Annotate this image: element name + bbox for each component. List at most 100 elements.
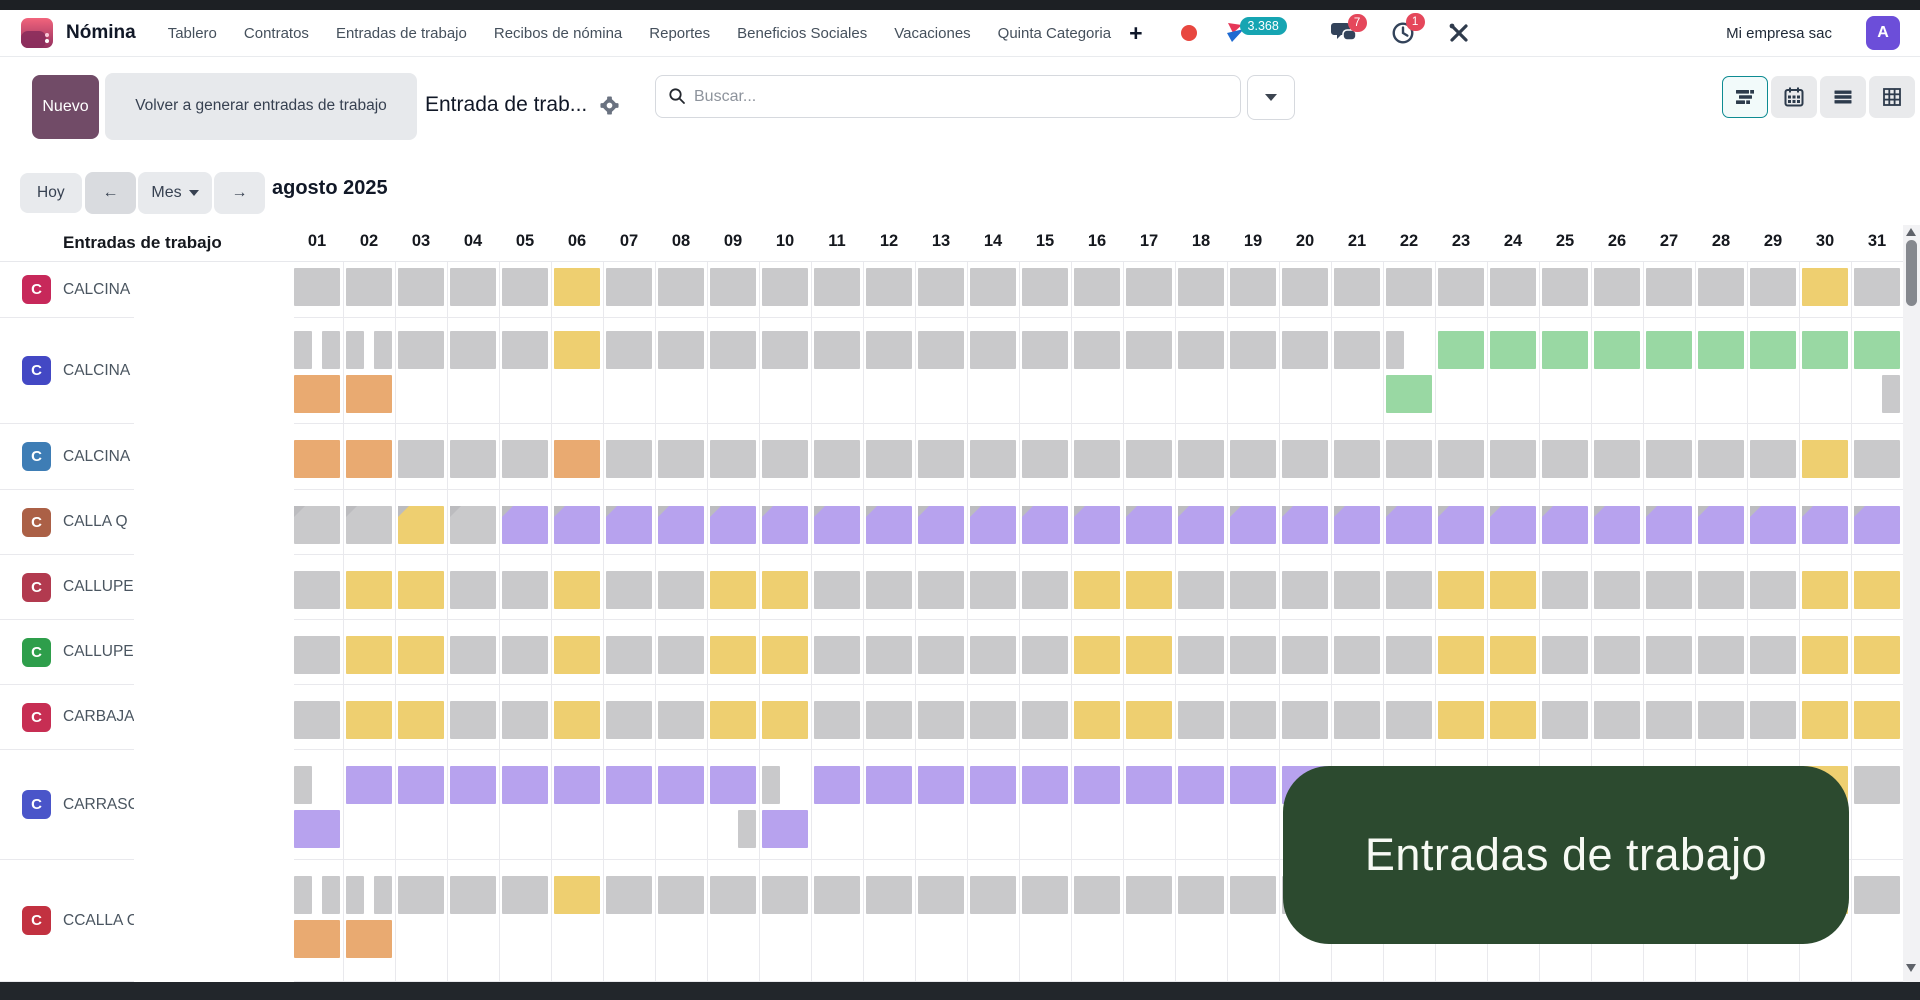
gantt-cell-day-29[interactable] bbox=[1750, 701, 1796, 739]
gantt-cell-day-20[interactable] bbox=[1282, 571, 1328, 609]
gantt-cell-day-01[interactable] bbox=[294, 331, 312, 369]
gantt-cell-day-10[interactable] bbox=[762, 636, 808, 674]
gantt-cell-day-22[interactable] bbox=[1386, 375, 1432, 413]
gantt-cell-day-22[interactable] bbox=[1386, 331, 1404, 369]
gantt-cell-day-28[interactable] bbox=[1698, 440, 1744, 478]
view-calendar-button[interactable] bbox=[1771, 76, 1817, 118]
gantt-cell-day-08[interactable] bbox=[658, 440, 704, 478]
gantt-cell-day-01[interactable] bbox=[294, 506, 340, 544]
gantt-cell-day-13[interactable] bbox=[918, 268, 964, 306]
gantt-cell-day-05[interactable] bbox=[502, 636, 548, 674]
gantt-cell-day-23[interactable] bbox=[1438, 636, 1484, 674]
gantt-cell-day-02[interactable] bbox=[346, 331, 364, 369]
gantt-cell-day-30[interactable] bbox=[1802, 636, 1848, 674]
gantt-cell-day-28[interactable] bbox=[1698, 331, 1744, 369]
gantt-cell-day-17[interactable] bbox=[1126, 766, 1172, 804]
gantt-cell-day-15[interactable] bbox=[1022, 636, 1068, 674]
gantt-cell-day-22[interactable] bbox=[1386, 506, 1432, 544]
gantt-cell-day-30[interactable] bbox=[1802, 331, 1848, 369]
user-avatar[interactable]: A bbox=[1866, 16, 1900, 50]
gantt-cell-day-20[interactable] bbox=[1282, 440, 1328, 478]
scale-selector[interactable]: Mes bbox=[138, 172, 212, 214]
gantt-cell-day-15[interactable] bbox=[1022, 268, 1068, 306]
gantt-cell-day-05[interactable] bbox=[502, 876, 548, 914]
gantt-cell-day-18[interactable] bbox=[1178, 876, 1224, 914]
gantt-cell-day-31[interactable] bbox=[1854, 506, 1900, 544]
menu-item-entradas-de-trabajo[interactable]: Entradas de trabajo bbox=[336, 25, 467, 42]
gantt-cell-day-14[interactable] bbox=[970, 876, 1016, 914]
gantt-cell-day-08[interactable] bbox=[658, 571, 704, 609]
employee-row-header[interactable]: C CALLUPE bbox=[0, 620, 156, 684]
gantt-cell-day-18[interactable] bbox=[1178, 701, 1224, 739]
gantt-cell-day-16[interactable] bbox=[1074, 876, 1120, 914]
gantt-cell-day-31[interactable] bbox=[1882, 375, 1900, 413]
counter-widget[interactable]: 3.368 bbox=[1223, 17, 1287, 46]
gantt-cell-day-14[interactable] bbox=[970, 571, 1016, 609]
gantt-cell-day-10[interactable] bbox=[762, 571, 808, 609]
gantt-cell-day-22[interactable] bbox=[1386, 268, 1432, 306]
gantt-cell-day-07[interactable] bbox=[606, 506, 652, 544]
gantt-cell-day-01[interactable] bbox=[294, 701, 340, 739]
employee-row-header[interactable]: C CARBAJA bbox=[0, 685, 156, 749]
gantt-cell-day-07[interactable] bbox=[606, 636, 652, 674]
gantt-cell-day-20[interactable] bbox=[1282, 506, 1328, 544]
employee-row-header[interactable]: C CCALLA C bbox=[0, 860, 156, 981]
menu-item-beneficios-sociales[interactable]: Beneficios Sociales bbox=[737, 25, 867, 42]
gantt-cell-day-04[interactable] bbox=[450, 506, 496, 544]
gantt-cell-day-28[interactable] bbox=[1698, 701, 1744, 739]
gantt-cell-day-04[interactable] bbox=[450, 636, 496, 674]
gantt-cell-day-07[interactable] bbox=[606, 571, 652, 609]
gantt-cell-day-02[interactable] bbox=[346, 876, 364, 914]
scroll-down-icon[interactable] bbox=[1906, 964, 1916, 972]
gantt-cell-day-18[interactable] bbox=[1178, 506, 1224, 544]
gantt-cell-day-31[interactable] bbox=[1854, 636, 1900, 674]
gantt-cell-day-02[interactable] bbox=[346, 701, 392, 739]
gantt-cell-day-30[interactable] bbox=[1802, 571, 1848, 609]
scrollbar-thumb[interactable] bbox=[1906, 240, 1917, 306]
gantt-cell-day-09[interactable] bbox=[710, 440, 756, 478]
gantt-cell-day-19[interactable] bbox=[1230, 331, 1276, 369]
gantt-cell-day-05[interactable] bbox=[502, 766, 548, 804]
gantt-cell-day-07[interactable] bbox=[606, 766, 652, 804]
gantt-cell-day-29[interactable] bbox=[1750, 636, 1796, 674]
gantt-cell-day-16[interactable] bbox=[1074, 766, 1120, 804]
payroll-app-icon[interactable] bbox=[20, 17, 54, 49]
search-input[interactable] bbox=[655, 75, 1241, 118]
gantt-cell-day-09[interactable] bbox=[710, 571, 756, 609]
gantt-cell-day-26[interactable] bbox=[1594, 331, 1640, 369]
gantt-cell-day-09[interactable] bbox=[738, 810, 756, 848]
gantt-cell-day-19[interactable] bbox=[1230, 636, 1276, 674]
gantt-cell-day-13[interactable] bbox=[918, 876, 964, 914]
gantt-cell-day-29[interactable] bbox=[1750, 331, 1796, 369]
prev-period-button[interactable]: ← bbox=[85, 172, 136, 214]
gantt-cell-day-14[interactable] bbox=[970, 636, 1016, 674]
gantt-cell-day-09[interactable] bbox=[710, 636, 756, 674]
gantt-cell-day-02[interactable] bbox=[346, 571, 392, 609]
gantt-cell-day-13[interactable] bbox=[918, 766, 964, 804]
gantt-cell-day-17[interactable] bbox=[1126, 571, 1172, 609]
gantt-cell-day-12[interactable] bbox=[866, 331, 912, 369]
menu-item-quinta-categoria[interactable]: Quinta Categoria bbox=[998, 25, 1111, 42]
gantt-cell-day-24[interactable] bbox=[1490, 440, 1536, 478]
gantt-cell-day-09[interactable] bbox=[710, 506, 756, 544]
gantt-cell-day-13[interactable] bbox=[918, 506, 964, 544]
gantt-cell-day-29[interactable] bbox=[1750, 506, 1796, 544]
gantt-cell-day-30[interactable] bbox=[1802, 506, 1848, 544]
gantt-cell-day-02[interactable] bbox=[346, 440, 392, 478]
gantt-cell-day-28[interactable] bbox=[1698, 268, 1744, 306]
gantt-cell-day-10[interactable] bbox=[762, 331, 808, 369]
messages-button[interactable]: 7 bbox=[1330, 14, 1367, 44]
gantt-cell-day-15[interactable] bbox=[1022, 506, 1068, 544]
gantt-cell-day-11[interactable] bbox=[814, 766, 860, 804]
gantt-cell-day-18[interactable] bbox=[1178, 571, 1224, 609]
gantt-cell-day-02[interactable] bbox=[374, 876, 392, 914]
gantt-cell-day-06[interactable] bbox=[554, 440, 600, 478]
gantt-cell-day-10[interactable] bbox=[762, 810, 808, 848]
gantt-cell-day-14[interactable] bbox=[970, 766, 1016, 804]
gantt-cell-day-25[interactable] bbox=[1542, 331, 1588, 369]
gantt-cell-day-22[interactable] bbox=[1386, 636, 1432, 674]
gantt-cell-day-28[interactable] bbox=[1698, 571, 1744, 609]
gantt-cell-day-03[interactable] bbox=[398, 766, 444, 804]
gantt-cell-day-13[interactable] bbox=[918, 331, 964, 369]
debug-tools-button[interactable] bbox=[1447, 21, 1471, 45]
